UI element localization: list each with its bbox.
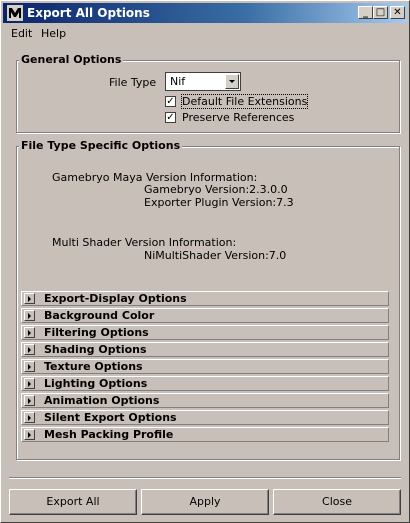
section-label: Background Color bbox=[44, 309, 155, 322]
section-frame-animation-options[interactable]: Animation Options bbox=[21, 393, 389, 408]
section-label: Mesh Packing Profile bbox=[44, 428, 174, 441]
section-frame-texture-options[interactable]: Texture Options bbox=[21, 359, 389, 374]
section-label: Texture Options bbox=[44, 360, 143, 373]
export-options-window: Export All Options _ □ ✕ Edit Help Gener… bbox=[0, 0, 410, 523]
exporter-plugin-version: Exporter Plugin Version:7.3 bbox=[144, 196, 294, 209]
minimize-icon: _ bbox=[363, 7, 368, 18]
section-frame-background-color[interactable]: Background Color bbox=[21, 308, 389, 323]
maximize-icon: □ bbox=[375, 7, 386, 18]
section-frame-filtering-options[interactable]: Filtering Options bbox=[21, 325, 389, 340]
multishader-info-heading: Multi Shader Version Information: bbox=[52, 236, 237, 249]
expand-arrow-icon[interactable] bbox=[24, 395, 35, 406]
chevron-down-icon[interactable] bbox=[225, 74, 239, 89]
close-icon: ✕ bbox=[393, 7, 402, 18]
checkmark-icon: ✓ bbox=[166, 112, 175, 123]
minimize-button[interactable]: _ bbox=[358, 6, 373, 19]
section-label: Shading Options bbox=[44, 343, 147, 356]
file-type-label: File Type bbox=[109, 76, 157, 89]
bottom-separator bbox=[9, 477, 401, 479]
expand-arrow-icon[interactable] bbox=[24, 293, 35, 304]
title-bar[interactable]: Export All Options _ □ ✕ bbox=[3, 3, 407, 23]
section-frame-export-display-options[interactable]: Export-Display Options bbox=[21, 291, 389, 306]
export-all-button[interactable]: Export All bbox=[9, 489, 137, 515]
menu-help[interactable]: Help bbox=[41, 27, 66, 40]
expand-arrow-icon[interactable] bbox=[24, 361, 35, 372]
file-type-value: Nif bbox=[170, 75, 186, 88]
default-extensions-label[interactable]: Default File Extensions bbox=[180, 94, 309, 109]
apply-button[interactable]: Apply bbox=[141, 489, 269, 515]
close-button[interactable]: Close bbox=[273, 489, 401, 515]
section-frame-lighting-options[interactable]: Lighting Options bbox=[21, 376, 389, 391]
section-frame-mesh-packing-profile[interactable]: Mesh Packing Profile bbox=[21, 427, 389, 442]
maximize-button[interactable]: □ bbox=[373, 6, 388, 19]
menu-bar: Edit Help bbox=[3, 25, 407, 41]
preserve-references-label[interactable]: Preserve References bbox=[182, 111, 294, 124]
file-type-specific-title: File Type Specific Options bbox=[19, 139, 183, 152]
gamebryo-version: Gamebryo Version:2.3.0.0 bbox=[144, 183, 288, 196]
section-frame-shading-options[interactable]: Shading Options bbox=[21, 342, 389, 357]
file-type-select[interactable]: Nif bbox=[165, 72, 241, 91]
close-window-button[interactable]: ✕ bbox=[390, 6, 405, 19]
nimultishader-version: NiMultiShader Version:7.0 bbox=[144, 249, 287, 262]
section-label: Animation Options bbox=[44, 394, 160, 407]
general-options-title: General Options bbox=[19, 53, 124, 66]
checkmark-icon: ✓ bbox=[166, 96, 175, 107]
section-label: Export-Display Options bbox=[44, 292, 187, 305]
expand-arrow-icon[interactable] bbox=[24, 344, 35, 355]
expand-arrow-icon[interactable] bbox=[24, 327, 35, 338]
window-title: Export All Options bbox=[27, 6, 150, 20]
section-label: Lighting Options bbox=[44, 377, 148, 390]
maya-app-icon bbox=[7, 5, 23, 21]
expand-arrow-icon[interactable] bbox=[24, 412, 35, 423]
expand-arrow-icon[interactable] bbox=[24, 378, 35, 389]
default-extensions-checkbox[interactable]: ✓ bbox=[165, 96, 176, 107]
section-label: Silent Export Options bbox=[44, 411, 177, 424]
menu-edit[interactable]: Edit bbox=[11, 27, 32, 40]
expand-arrow-icon[interactable] bbox=[24, 429, 35, 440]
expand-arrow-icon[interactable] bbox=[24, 310, 35, 321]
section-label: Filtering Options bbox=[44, 326, 149, 339]
preserve-references-checkbox[interactable]: ✓ bbox=[165, 112, 176, 123]
section-frame-silent-export-options[interactable]: Silent Export Options bbox=[21, 410, 389, 425]
